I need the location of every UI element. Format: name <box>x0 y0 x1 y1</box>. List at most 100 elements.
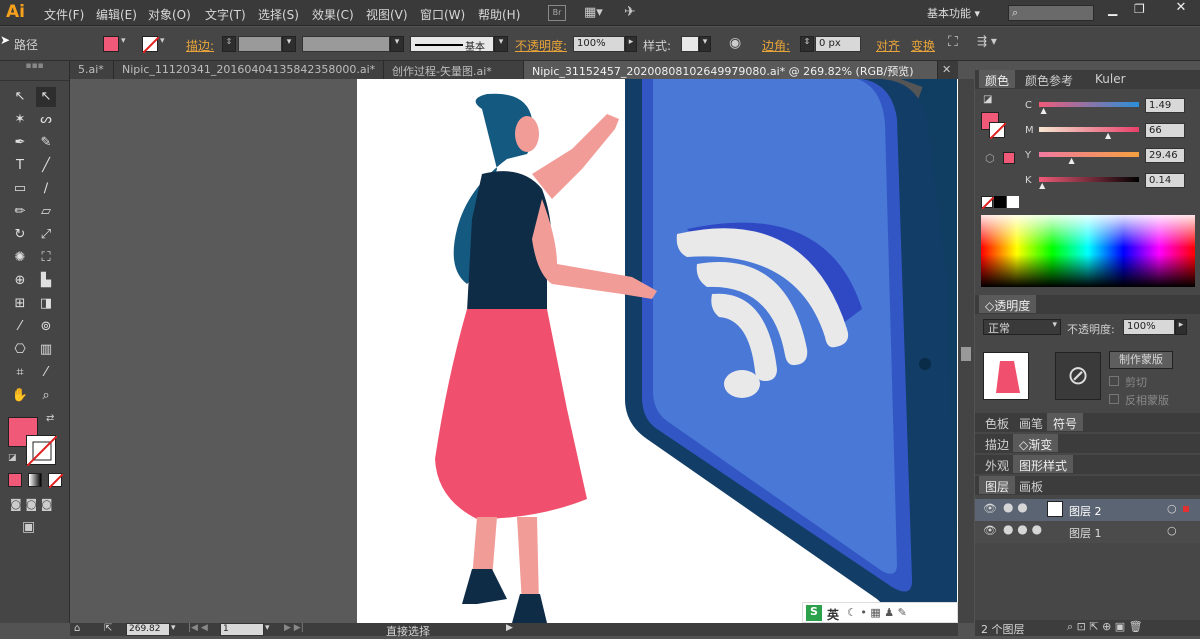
tab-artboards[interactable]: 画板 <box>1013 476 1049 494</box>
stroke-color-box[interactable] <box>26 435 58 467</box>
corner-label[interactable]: 边角: <box>762 37 790 54</box>
fill-dropdown-icon[interactable]: ▾ <box>121 36 126 46</box>
channel-value-field[interactable]: 0.14 <box>1145 173 1185 188</box>
rectangle-tool-icon[interactable]: ▭ <box>10 179 30 199</box>
search-field[interactable]: ⌕ <box>1008 5 1094 21</box>
tab-symbols[interactable]: 符号 <box>1047 413 1084 431</box>
menu-object[interactable]: 对象(O) <box>148 6 191 23</box>
web-color-swatch[interactable] <box>1003 152 1015 164</box>
panel-menu-icon[interactable]: ⇶ ▾ <box>977 34 997 48</box>
transparency-opacity-arrow[interactable]: ▸ <box>1175 319 1187 335</box>
stroke-weight-field[interactable] <box>238 36 282 52</box>
visibility-eye-icon[interactable]: 👁 <box>983 524 997 537</box>
tab-brushes[interactable]: 画笔 <box>1013 413 1049 431</box>
channel-slider-track[interactable] <box>1039 127 1139 132</box>
lasso-tool-icon[interactable]: ᔕ <box>36 110 56 130</box>
stroke-dropdown-icon[interactable]: ▾ <box>160 36 165 46</box>
tab-document-2[interactable]: Nipic_11120341_20160404135842358000.ai* <box>114 61 384 79</box>
channel-slider-track[interactable] <box>1039 152 1139 157</box>
tab-document-1[interactable]: 5.ai* <box>70 61 114 79</box>
workspace-switcher[interactable]: 基本功能 ▾ <box>927 5 980 21</box>
pen-tool-icon[interactable]: ✒ <box>10 133 30 153</box>
stroke-weight-dropdown[interactable]: ▾ <box>282 36 296 52</box>
default-colors-small-icon[interactable]: ◪ <box>983 94 992 105</box>
tab-appearance[interactable]: 外观 <box>979 455 1015 473</box>
tab-layers[interactable]: 图层 <box>979 476 1016 494</box>
fill-swatch[interactable] <box>103 36 119 52</box>
ime-toolbar[interactable]: S 英 ☾ • ▦ ♟ ✎ <box>802 602 958 623</box>
color-spectrum[interactable] <box>981 215 1195 287</box>
free-transform-tool-icon[interactable]: ⛶ <box>36 248 56 268</box>
arrange-documents-icon[interactable]: ▦▾ <box>584 5 610 21</box>
layer-actions-icons[interactable]: ⌕ ⊡ ⇱ ⊕ ▣ 🗑 <box>1067 620 1143 634</box>
opacity-label[interactable]: 不透明度: <box>515 37 567 54</box>
curvature-tool-icon[interactable]: ✎ <box>36 133 56 153</box>
shape-builder-tool-icon[interactable]: ⊕ <box>10 271 30 291</box>
isolate-icon[interactable]: ⛶ <box>948 34 958 50</box>
opacity-arrow[interactable]: ▸ <box>625 36 637 52</box>
zoom-dropdown[interactable]: ▾ <box>171 623 176 633</box>
gradient-tool-icon[interactable]: ◨ <box>36 294 56 314</box>
mesh-tool-icon[interactable]: ⊞ <box>10 294 30 314</box>
type-tool-icon[interactable]: T <box>10 156 30 176</box>
paintbrush-tool-icon[interactable]: ∕ <box>36 179 56 199</box>
tab-graphic-styles[interactable]: 图形样式 <box>1013 455 1074 473</box>
tab-document-3[interactable]: 创作过程-矢量图.ai* <box>384 61 524 79</box>
stroke-label[interactable]: 描边: <box>186 37 214 54</box>
invert-mask-checkbox[interactable] <box>1109 394 1119 404</box>
status-menu-arrow[interactable]: ▶ <box>506 623 513 633</box>
page-field[interactable]: 1 <box>220 623 264 636</box>
perspective-grid-tool-icon[interactable]: ▙ <box>36 271 56 291</box>
make-mask-button[interactable]: 制作蒙版 <box>1109 351 1173 369</box>
style-dropdown[interactable]: ▾ <box>699 36 711 52</box>
layer-name[interactable]: 图层 2 <box>1069 503 1102 519</box>
transparency-opacity-field[interactable]: 100% <box>1123 319 1175 335</box>
color-mode-icon[interactable] <box>8 473 22 487</box>
pencil-tool-icon[interactable]: ✏ <box>10 202 30 222</box>
layer-name[interactable]: 图层 1 <box>1069 525 1102 541</box>
page-dropdown[interactable]: ▾ <box>265 623 270 633</box>
channel-slider-thumb[interactable]: ▲ <box>1105 131 1111 140</box>
next-artboard-icon[interactable]: ▶ ▶| <box>284 623 304 633</box>
target-circle-icon[interactable]: ○ <box>1167 502 1177 515</box>
channel-value-field[interactable]: 1.49 <box>1145 98 1185 113</box>
white-swatch[interactable] <box>1007 196 1019 208</box>
canvas-area[interactable]: S 英 ☾ • ▦ ♟ ✎ <box>70 79 958 623</box>
channel-value-field[interactable]: 29.46 <box>1145 148 1185 163</box>
variable-width-profile[interactable] <box>302 36 390 52</box>
screen-mode-icon[interactable]: ▣ <box>22 519 35 535</box>
channel-value-field[interactable]: 66 <box>1145 123 1185 138</box>
slice-tool-icon[interactable]: ⁄ <box>36 363 56 383</box>
menu-effect[interactable]: 效果(C) <box>312 6 354 23</box>
gradient-mode-icon[interactable] <box>28 473 42 487</box>
menu-select[interactable]: 选择(S) <box>258 6 299 23</box>
warp-tool-icon[interactable]: ✺ <box>10 248 30 268</box>
black-swatch[interactable] <box>994 196 1006 208</box>
scale-tool-icon[interactable]: ⤢ <box>36 225 56 245</box>
none-mode-icon[interactable] <box>48 473 64 489</box>
transform-link[interactable]: 变换 <box>911 37 935 54</box>
close-button[interactable]: ✕ <box>1162 0 1200 18</box>
sync-icon[interactable]: ✈ <box>624 4 636 20</box>
tab-color[interactable]: 颜色 <box>979 70 1016 88</box>
tab-gradient[interactable]: ◇渐变 <box>1013 434 1059 452</box>
direct-selection-tool-icon[interactable]: ↖ <box>36 87 56 107</box>
clip-checkbox[interactable] <box>1109 376 1119 386</box>
zoom-field[interactable]: 269.82 <box>126 623 170 636</box>
column-graph-tool-icon[interactable]: ▥ <box>36 340 56 360</box>
default-colors-icon[interactable]: ◪ <box>8 453 17 463</box>
draw-mode-icons[interactable]: ◙ ◙ ◙ <box>10 497 53 511</box>
artboard-nav-icon[interactable]: ⌂ <box>74 623 80 634</box>
layer-row-1[interactable]: 👁 ● ● ● 图层 1 ○ <box>975 521 1200 543</box>
visibility-eye-icon[interactable]: 👁 <box>983 502 997 515</box>
zoom-tool-icon[interactable]: ⌕ <box>36 386 56 406</box>
restore-button[interactable]: ❐ <box>1134 2 1145 16</box>
scroll-thumb[interactable] <box>961 347 971 361</box>
no-mask-icon[interactable]: ⊘ <box>1055 352 1101 400</box>
corner-stepper[interactable]: ⇕ <box>800 36 814 52</box>
brush-dropdown[interactable]: ▾ <box>494 36 508 52</box>
channel-slider-thumb[interactable]: ▲ <box>1068 156 1074 165</box>
variable-width-dropdown[interactable]: ▾ <box>390 36 404 52</box>
channel-slider-track[interactable] <box>1039 102 1139 107</box>
eraser-tool-icon[interactable]: ▱ <box>36 202 56 222</box>
